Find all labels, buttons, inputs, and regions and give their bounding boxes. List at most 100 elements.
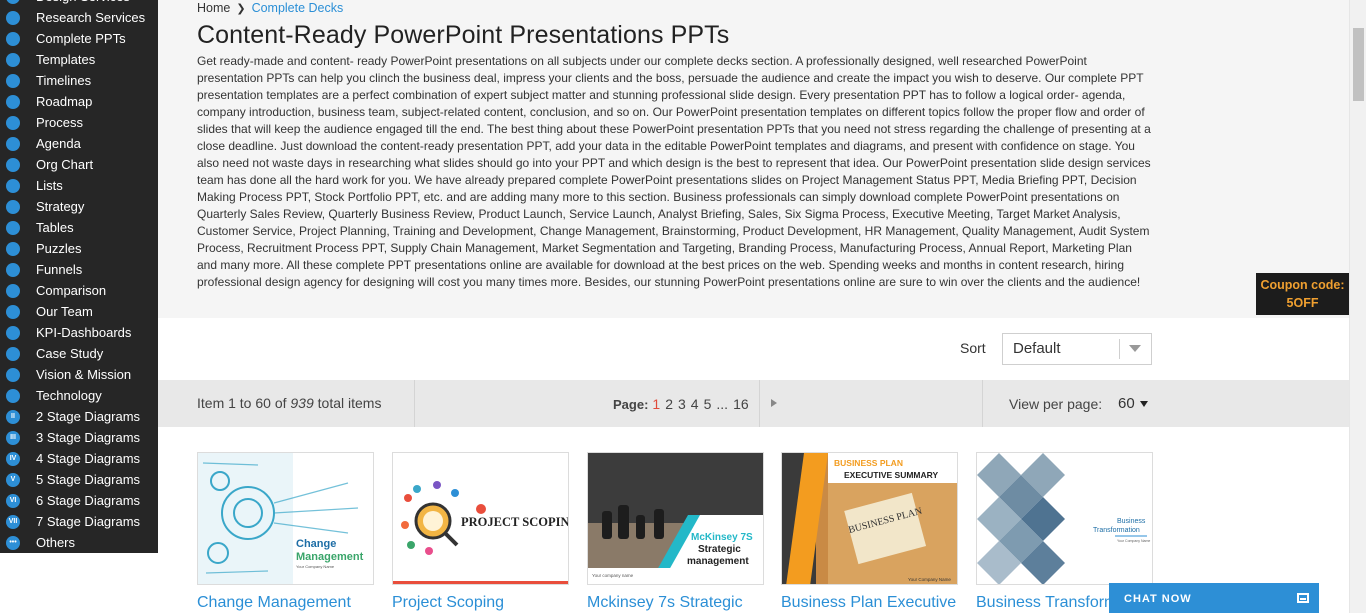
minimize-icon[interactable] [1297,593,1309,603]
sidebar-item[interactable]: VI 6 Stage Diagrams [0,490,158,511]
category-icon [6,0,20,4]
product-title[interactable]: Business Plan Executive [781,594,971,612]
pager-divider [414,380,415,427]
sidebar-item[interactable]: Strategy [0,196,158,217]
thumb-title-line2: EXECUTIVE SUMMARY [844,470,938,480]
sidebar-item[interactable]: III 3 Stage Diagrams [0,427,158,448]
sidebar-item[interactable]: II 2 Stage Diagrams [0,406,158,427]
sidebar-item-label: Vision & Mission [36,367,132,382]
product-title[interactable]: Mckinsey 7s Strategic [587,594,777,612]
caret-down-icon [1139,400,1148,407]
product-card[interactable]: Business Transformation Your Company Nam… [976,452,1153,611]
category-icon: IV [6,451,20,466]
sidebar-item-label: Lists [36,178,63,193]
sort-value: Default [1013,340,1061,357]
breadcrumb-current[interactable]: Complete Decks [252,1,344,15]
product-thumbnail[interactable]: PROJECT SCOPING [392,452,569,585]
view-per-page-label: View per page: [1009,396,1103,412]
category-icon: II [6,409,20,424]
page-link[interactable]: 4 [691,396,699,412]
category-icon [6,115,20,130]
sort-label: Sort [960,340,986,356]
category-icon [6,52,20,67]
product-thumbnail[interactable]: Change Management Your Company Name [197,452,374,585]
view-per-page-select[interactable]: 60 [1118,395,1148,412]
sidebar-item[interactable]: Technology [0,385,158,406]
sidebar-item[interactable]: VII 7 Stage Diagrams [0,511,158,532]
sidebar-item-label: Technology [36,388,102,403]
thumb-title-line2: Strategic [698,544,741,555]
sidebar-item[interactable]: Puzzles [0,238,158,259]
pager-divider [982,380,983,427]
product-title[interactable]: Change Management [197,594,387,612]
sidebar-item[interactable]: Funnels [0,259,158,280]
product-card[interactable]: PROJECT SCOPING Project Scoping [392,452,569,611]
product-card[interactable]: McKinsey 7S Strategic management Your co… [587,452,764,611]
breadcrumb-home[interactable]: Home [197,1,230,15]
product-thumbnail[interactable]: McKinsey 7S Strategic management Your co… [587,452,764,585]
sidebar-item[interactable]: IV 4 Stage Diagrams [0,448,158,469]
sidebar-item[interactable]: Agenda [0,133,158,154]
sidebar-item[interactable]: Timelines [0,70,158,91]
category-icon: III [6,430,20,445]
category-icon [6,31,20,46]
sidebar-item-label: KPI-Dashboards [36,325,132,340]
product-thumbnail[interactable]: BUSINESS PLAN BUSINESS PLAN EXECUTIVE SU… [781,452,958,585]
sidebar-item[interactable]: V 5 Stage Diagrams [0,469,158,490]
product-thumbnail[interactable]: Business Transformation Your Company Nam… [976,452,1153,585]
sidebar-item[interactable]: Lists [0,175,158,196]
sidebar-item[interactable]: Vision & Mission [0,364,158,385]
page-link[interactable]: 2 [665,396,673,412]
category-icon [6,220,20,235]
sidebar-item-label: Agenda [36,136,81,151]
page-link[interactable]: 3 [678,396,686,412]
sidebar-item[interactable]: Tables [0,217,158,238]
view-per-page-value: 60 [1118,395,1135,412]
sidebar-item[interactable]: ••• Others [0,532,158,553]
sidebar-item-label: Roadmap [36,94,93,109]
page-link[interactable]: 5 [704,396,712,412]
product-card[interactable]: Change Management Your Company Name Chan… [197,452,374,611]
sidebar-item[interactable]: KPI-Dashboards [0,322,158,343]
sidebar-item[interactable]: Org Chart [0,154,158,175]
sidebar-item[interactable]: Case Study [0,343,158,364]
page-link[interactable]: 16 [733,396,749,412]
category-icon: V [6,472,20,487]
sidebar-item-label: 3 Stage Diagrams [36,430,141,445]
sidebar-item-label: Funnels [36,262,83,277]
category-icon [6,94,20,109]
sidebar-item[interactable]: Design Services [0,0,158,7]
product-title[interactable]: Project Scoping [392,594,582,612]
sidebar-item[interactable]: Our Team [0,301,158,322]
category-icon: VI [6,493,20,508]
sidebar-item[interactable]: Comparison [0,280,158,301]
chevron-down-icon [1129,345,1141,352]
page-description: Get ready-made and content- ready PowerP… [197,54,1151,289]
page-link[interactable]: 1 [652,396,660,412]
thumb-title-line2: Transformation [1093,527,1140,534]
sidebar-item-label: Our Team [36,304,93,319]
coupon-badge[interactable]: Coupon code: 5OFF [1256,273,1349,315]
category-icon [6,241,20,256]
sidebar-item[interactable]: Complete PPTs [0,28,158,49]
sidebar-item-label: 7 Stage Diagrams [36,514,141,529]
thumb-title-line1: BUSINESS PLAN [834,458,903,468]
category-icon [6,346,20,361]
sidebar-item-label: Org Chart [36,157,94,172]
coupon-code: 5OFF [1286,296,1319,310]
sort-dropdown[interactable]: Default [1002,333,1152,365]
chat-now-button[interactable]: CHAT NOW [1109,583,1319,613]
next-page-icon[interactable] [771,399,777,407]
thumb-subtitle: Your Company Name [1117,539,1150,543]
sidebar-item[interactable]: Roadmap [0,91,158,112]
sidebar-item[interactable]: Research Services [0,7,158,28]
thumb-subtitle: Your Company Name [296,564,335,569]
sidebar-item[interactable]: Process [0,112,158,133]
page-label: Page: [613,397,649,412]
product-card[interactable]: BUSINESS PLAN BUSINESS PLAN EXECUTIVE SU… [781,452,958,611]
scrollbar-thumb[interactable] [1353,28,1364,101]
sidebar-item-label: Case Study [36,346,104,361]
page-scrollbar[interactable] [1349,0,1366,613]
sidebar-item-label: Others [36,535,76,550]
sidebar-item[interactable]: Templates [0,49,158,70]
